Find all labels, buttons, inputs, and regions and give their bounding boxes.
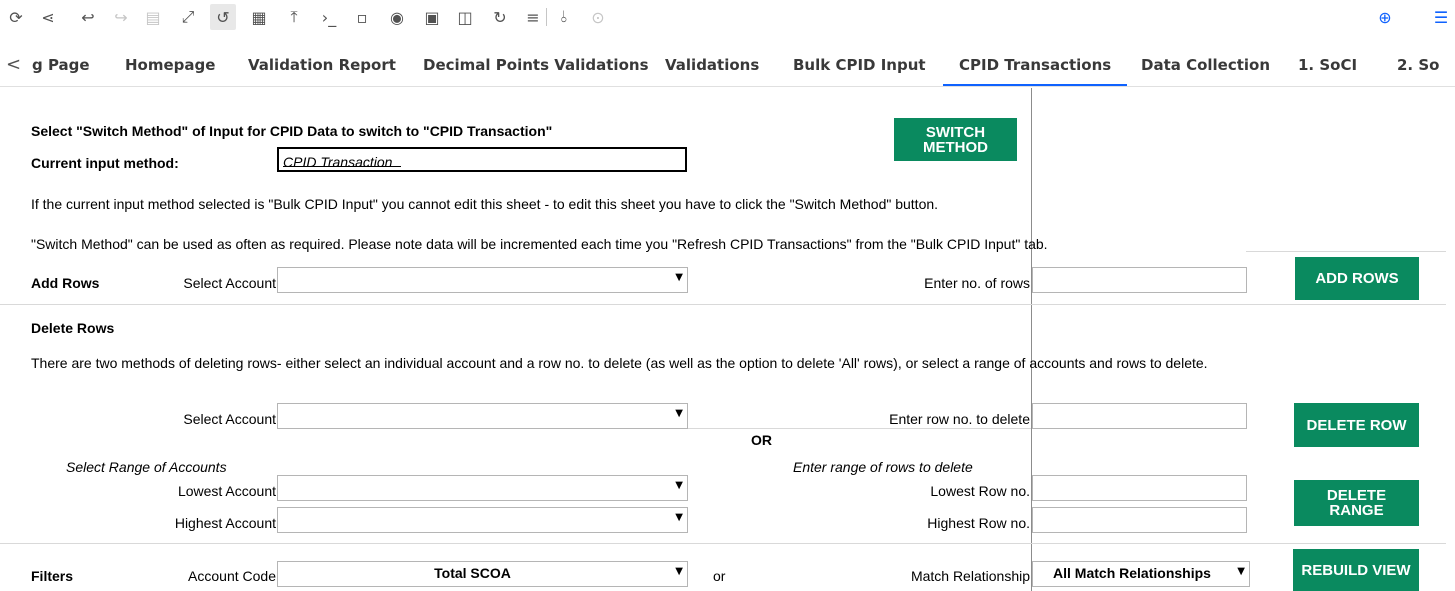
- tab-cpid-transactions[interactable]: CPID Transactions: [942, 43, 1128, 87]
- rows-count-label: Enter no. of rows: [924, 275, 1030, 291]
- format-icon[interactable]: ▤: [140, 4, 166, 30]
- qr-icon[interactable]: ▦: [246, 4, 272, 30]
- chevron-down-icon: ▼: [1237, 566, 1245, 577]
- terminal-icon[interactable]: ›_: [316, 4, 342, 30]
- range-rows-label: Enter range of rows to delete: [793, 459, 973, 475]
- delete-account-dropdown[interactable]: ▼: [277, 403, 688, 429]
- chevron-down-icon: ▼: [675, 480, 683, 491]
- match-relationship-label: Match Relationship: [910, 568, 1030, 584]
- info-line-2: "Switch Method" can be used as often as …: [31, 236, 1048, 252]
- run-icon[interactable]: ◉: [384, 4, 410, 30]
- delete-row-button-label: DELETE ROW: [1306, 416, 1407, 434]
- upload-icon[interactable]: ⤒: [281, 4, 307, 30]
- filters-heading: Filters: [31, 568, 74, 584]
- lowest-row-input[interactable]: [1032, 475, 1247, 501]
- chevron-down-icon: ▼: [675, 512, 683, 523]
- tab-validation-report[interactable]: Validation Report: [248, 43, 396, 87]
- lowest-row-label: Lowest Row no.: [930, 483, 1030, 499]
- switch-method-button[interactable]: SWITCH METHOD: [894, 118, 1017, 161]
- share-icon[interactable]: ⋖: [35, 4, 61, 30]
- highest-account-label: Highest Account: [174, 515, 276, 531]
- or-label: OR: [751, 432, 772, 448]
- save-icon[interactable]: ▫: [349, 4, 375, 30]
- toolbar-divider: [546, 8, 547, 26]
- filters-or-label: or: [713, 568, 726, 584]
- delete-range-button-label: DELETE RANGE: [1326, 487, 1387, 519]
- refresh-icon[interactable]: ⟳: [3, 4, 29, 30]
- highest-account-dropdown[interactable]: ▼: [277, 507, 688, 533]
- current-method-label: Current input method:: [31, 155, 179, 171]
- delete-select-account-label: Select Account: [183, 411, 276, 427]
- tab-so[interactable]: 2. So: [1397, 43, 1439, 87]
- delete-row-input[interactable]: [1032, 403, 1247, 429]
- match-relationship-value: All Match Relationships: [1053, 565, 1211, 581]
- chevron-down-icon: ▼: [675, 408, 683, 419]
- undo-icon[interactable]: ↩: [75, 4, 101, 30]
- check-circle-icon[interactable]: ⊙: [585, 4, 611, 30]
- image-icon[interactable]: ▣: [419, 4, 445, 30]
- account-code-dropdown[interactable]: Total SCOA ▼: [277, 561, 688, 587]
- rows-count-input[interactable]: [1032, 267, 1247, 293]
- chevron-down-icon: ▼: [675, 566, 683, 577]
- delete-rows-heading: Delete Rows: [31, 320, 115, 336]
- zoom-in-icon[interactable]: ⊕: [1372, 4, 1398, 30]
- lowest-account-label: Lowest Account: [177, 483, 276, 499]
- account-code-value: Total SCOA: [434, 565, 511, 581]
- current-method-field[interactable]: CPID Transaction: [277, 147, 687, 172]
- current-method-value: CPID Transaction: [283, 154, 393, 170]
- tab-landing-page[interactable]: g Page: [32, 43, 90, 87]
- add-rows-button-label: ADD ROWS: [1315, 270, 1399, 287]
- section-divider: [0, 543, 1446, 544]
- expand-icon[interactable]: ⤢: [175, 4, 201, 30]
- tab-validations[interactable]: Validations: [665, 43, 759, 87]
- menu-icon[interactable]: ☰: [1428, 4, 1454, 30]
- tab-data-collection[interactable]: Data Collection: [1141, 43, 1270, 87]
- toolbar: ⟳ ⋖ ↩ ↪ ▤ ⤢ ↺ ▦ ⤒ ›_ ▫ ◉ ▣ ◫ ↻ ≡ ⫰ ⊙ ⊕ ☰: [0, 0, 1455, 42]
- delete-rows-description: There are two methods of deleting rows- …: [31, 355, 1208, 371]
- reset-icon[interactable]: ↺: [210, 4, 236, 30]
- account-code-label: Account Code: [188, 568, 276, 584]
- tab-soci[interactable]: 1. SoCI: [1298, 43, 1357, 87]
- add-rows-button[interactable]: ADD ROWS: [1295, 257, 1419, 300]
- add-select-account-label: Select Account: [183, 275, 276, 291]
- switch-heading: Select "Switch Method" of Input for CPID…: [31, 123, 553, 139]
- note-icon[interactable]: ◫: [452, 4, 478, 30]
- tab-bulk-cpid-input[interactable]: Bulk CPID Input: [793, 43, 926, 87]
- lowest-account-dropdown[interactable]: ▼: [277, 475, 688, 501]
- align-icon[interactable]: ≡: [520, 4, 546, 30]
- grid-line: [688, 428, 1031, 429]
- highest-row-label: Highest Row no.: [927, 515, 1030, 531]
- sheet-tab-bar: < g Page Homepage Validation Report Deci…: [0, 43, 1455, 87]
- delete-row-label: Enter row no. to delete: [889, 411, 1030, 427]
- match-relationship-dropdown[interactable]: All Match Relationships ▼: [1032, 561, 1250, 587]
- value-underline: [283, 166, 401, 167]
- delete-range-button[interactable]: DELETE RANGE: [1294, 480, 1419, 526]
- grid-line: [1246, 251, 1446, 252]
- tab-homepage[interactable]: Homepage: [125, 43, 215, 87]
- tab-scroll-left-icon[interactable]: <: [6, 43, 21, 87]
- delete-row-button[interactable]: DELETE ROW: [1294, 403, 1419, 447]
- add-account-dropdown[interactable]: ▼: [277, 267, 688, 293]
- sync-icon[interactable]: ↻: [487, 4, 513, 30]
- info-line-1: If the current input method selected is …: [31, 196, 939, 212]
- chevron-down-icon: ▼: [675, 272, 683, 283]
- range-accounts-label: Select Range of Accounts: [66, 459, 227, 475]
- thermometer-icon[interactable]: ⫰: [551, 4, 577, 30]
- switch-method-button-label: SWITCH METHOD: [923, 123, 988, 156]
- tab-decimal-points-validations[interactable]: Decimal Points Validations: [423, 43, 649, 87]
- add-rows-heading: Add Rows: [31, 275, 100, 291]
- highest-row-input[interactable]: [1032, 507, 1247, 533]
- section-divider: [0, 304, 1446, 305]
- redo-icon[interactable]: ↪: [108, 4, 134, 30]
- rebuild-view-button[interactable]: REBUILD VIEW: [1293, 549, 1419, 591]
- rebuild-view-button-label: REBUILD VIEW: [1301, 561, 1411, 579]
